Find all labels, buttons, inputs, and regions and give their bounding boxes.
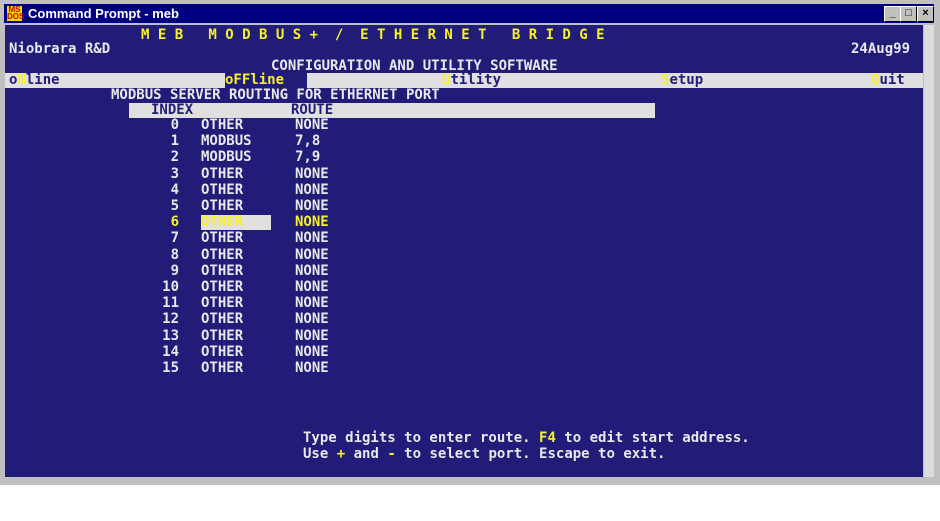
row-port-type[interactable]: OTHER [201,280,243,295]
title-bar[interactable]: MS DOS Command Prompt - meb _ □ × [4,4,934,23]
row-route[interactable]: NONE [295,361,329,376]
help-line-2-text-c: to select port. Escape to exit. [395,446,666,462]
row-route[interactable]: 7,9 [295,150,320,165]
menu-online[interactable]: oNline [9,73,60,88]
menu-online-hotkey: N [17,72,26,88]
row-port-type[interactable]: OTHER [201,199,243,214]
row-route[interactable]: NONE [295,280,329,295]
row-route[interactable]: NONE [295,248,329,263]
screen-heading: MODBUS SERVER ROUTING FOR ETHERNET PORT [111,87,440,103]
subtitle: CONFIGURATION AND UTILITY SOFTWARE [271,58,558,74]
row-route[interactable]: NONE [295,296,329,311]
row-port-type[interactable]: OTHER [201,312,243,327]
row-port-type[interactable]: OTHER [201,183,243,198]
row-index: 10 [162,279,179,295]
row-port-type[interactable]: OTHER [201,361,243,376]
row-port-type[interactable]: OTHER [201,248,243,263]
menu-quit-rest: uit [879,72,905,88]
scrollbar[interactable] [924,25,934,477]
help-line-1-text-b: to edit start address. [555,430,750,446]
product-title: M E B M O D B U S + / E T H E R N E T B … [141,27,605,43]
help-line-2: Use + and - to select port. Escape to ex… [303,447,665,462]
row-port-type[interactable]: OTHER [201,118,243,133]
row-route[interactable]: NONE [295,345,329,360]
column-index-header: INDEX [151,102,194,118]
row-index: 3 [170,166,179,182]
row-port-type[interactable]: OTHER [201,215,271,230]
row-port-type[interactable]: OTHER [201,167,243,182]
date-label: 24Aug99 [851,41,911,57]
row-route[interactable]: NONE [295,118,329,133]
row-index: 6 [170,214,179,230]
row-route[interactable]: NONE [295,183,329,198]
column-header-bar [129,103,655,118]
menu-utility-rest: tility [450,72,502,88]
row-index: 11 [162,295,179,311]
row-port-type[interactable]: OTHER [201,231,243,246]
menu-utility[interactable]: Utility [442,73,501,88]
row-route[interactable]: NONE [295,167,329,182]
menu-setup-rest: etup [669,72,704,88]
row-index: 4 [170,182,179,198]
company-name: Niobrara R&D [9,41,111,57]
row-index: 8 [170,247,179,263]
row-index: 1 [170,133,179,149]
maximize-button[interactable]: □ [900,6,917,22]
row-route[interactable]: 7,8 [295,134,320,149]
row-index: 7 [170,230,179,246]
help-line-1-text-a: Type digits to enter route. [303,430,540,446]
menu-offline[interactable]: oFFline [225,73,307,88]
row-route[interactable]: NONE [295,312,329,327]
help-key-minus: - [387,446,396,462]
row-index: 2 [170,149,179,165]
menu-online-rest: line [25,72,60,88]
row-index: 14 [162,344,179,360]
row-port-type[interactable]: MODBUS [201,134,252,149]
row-port-type[interactable]: OTHER [201,264,243,279]
row-route[interactable]: NONE [295,329,329,344]
window-title: Command Prompt - meb [28,6,179,21]
command-prompt-window: MS DOS Command Prompt - meb _ □ × M E B … [0,0,940,485]
row-port-type[interactable]: OTHER [201,329,243,344]
column-route-header: ROUTE [291,102,334,118]
row-route[interactable]: NONE [295,199,329,214]
row-index: 9 [170,263,179,279]
help-line-2-text-b: and [345,446,388,462]
help-line-1: Type digits to enter route. F4 to edit s… [303,431,750,446]
row-port-type[interactable]: OTHER [201,296,243,311]
console-screen[interactable]: M E B M O D B U S + / E T H E R N E T B … [5,25,923,477]
help-key-plus: + [336,446,346,462]
msdos-icon[interactable]: MS DOS [7,6,24,21]
help-key-f4: F4 [539,430,556,446]
help-line-2-text-a: Use [303,446,337,462]
row-index: 5 [170,198,179,214]
row-port-type[interactable]: MODBUS [201,150,252,165]
close-button[interactable]: × [917,6,934,22]
row-index: 12 [162,311,179,327]
row-route[interactable]: NONE [295,264,329,279]
row-route[interactable]: NONE [295,215,329,230]
minimize-button[interactable]: _ [884,6,901,22]
row-index: 15 [162,360,179,376]
row-index: 0 [170,117,179,133]
row-port-type[interactable]: OTHER [201,345,243,360]
menu-quit[interactable]: Quit [871,73,905,88]
row-index: 13 [162,328,179,344]
menu-setup[interactable]: Setup [661,73,703,88]
row-route[interactable]: NONE [295,231,329,246]
